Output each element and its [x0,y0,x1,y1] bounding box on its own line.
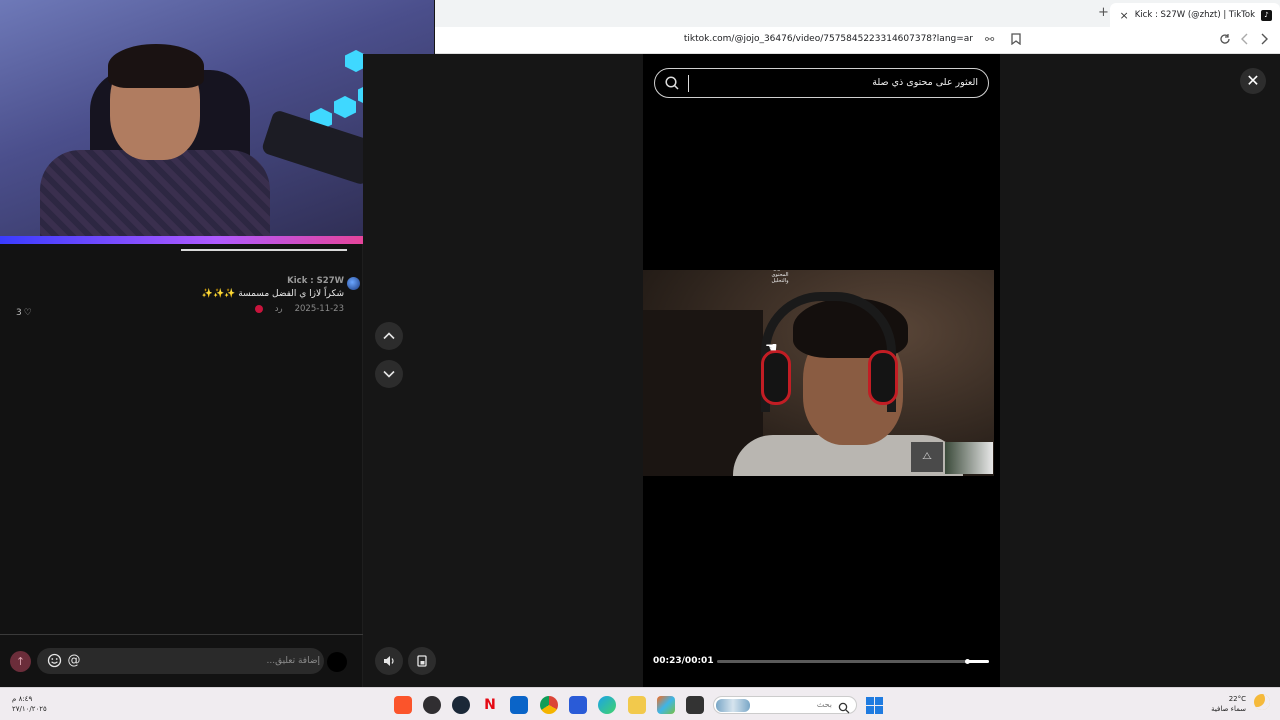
picture-in-picture-icon [417,655,427,667]
picture-in-picture-button[interactable] [408,647,436,675]
heart-icon: ♡ [23,308,32,318]
comment-item: Kick : S27W شكراً لازا ي الفضل مسمسة ✨✨✨… [14,276,360,314]
clip-overlay-label: 5000 [815,270,828,272]
tab-close-icon[interactable]: × [1120,9,1129,22]
chevron-up-icon [383,332,395,340]
volume-icon [384,656,394,666]
new-tab-button[interactable]: + [1098,5,1109,20]
clip-overlay-label: تطوير المحتوى والتحليل [771,270,789,284]
streamer-hair [108,44,204,88]
taskbar-clock[interactable]: ٨:٤٩ م ٢٧/١٠/٢٠٢٥ [12,694,47,714]
file-explorer-icon[interactable] [628,696,646,714]
seek-knob[interactable] [965,659,970,664]
headset-earcup [868,350,898,405]
headset-earcup [761,350,791,405]
outlook-icon[interactable] [510,696,528,714]
tab-title: Kick : S27W (@zhzt) | TikTok [1134,10,1255,20]
url-field[interactable]: tiktok.com/@jojo_36476/video/75758452233… [684,34,973,44]
volume-button[interactable] [375,647,403,675]
chrome-icon[interactable] [540,696,558,714]
mention-button[interactable]: @ [66,653,82,669]
user-avatar[interactable] [327,652,347,672]
close-icon[interactable]: ✕ [1240,68,1266,94]
related-search-box[interactable]: العثور على محتوى ذي صلة [654,68,989,98]
text-caret [688,75,689,92]
terminal-icon[interactable] [686,696,704,714]
brave-icon[interactable] [394,696,412,714]
windows-taskbar: ٨:٤٩ م ٢٧/١٠/٢٠٢٥ N بحث 22°C سماء صافية [0,687,1280,720]
search-label: بحث [816,700,832,709]
edge-icon[interactable] [598,696,616,714]
emoji-icon[interactable] [46,653,62,669]
back-icon[interactable] [1240,33,1250,48]
search-icon[interactable] [664,75,680,91]
streamer-body [40,150,270,244]
site-settings-icon[interactable]: ⚯ [985,33,994,46]
clock-date: ٢٧/١٠/٢٠٢٥ [12,705,47,713]
comment-text: شكراً لازا ي الفضل مسمسة ✨✨✨ [201,289,344,299]
comment-like-count: 3 [16,308,22,318]
divider [0,634,363,635]
weather-desc: سماء صافية [1211,705,1246,713]
bookmark-icon[interactable] [1011,33,1021,48]
post-comment-button[interactable]: ↑ [10,651,31,672]
clip-corner-overlay [945,442,993,474]
browser-tab-bar: + ♪ Kick : S27W (@zhzt) | TikTok × [435,0,1280,27]
tiktok-icon: ♪ [1261,9,1272,21]
weather-widget[interactable]: 22°C سماء صافية [1211,694,1246,714]
obs-icon[interactable] [423,696,441,714]
comment-meta: 2025-11-23 رد [14,304,344,314]
windows-start-icon[interactable] [866,697,883,714]
taskbar-search[interactable]: بحث [713,696,857,714]
comment-like-button[interactable]: 3 ♡ [16,308,32,318]
reaction-emoji-icon [254,305,263,313]
seek-bar[interactable] [717,659,989,664]
comment-reply-button[interactable]: رد [275,304,283,314]
comment-avatar[interactable] [347,277,360,290]
moon-icon [1254,694,1270,710]
panel-progress-bar [181,249,347,251]
search-placeholder: العثور على محتوى ذي صلة [872,77,978,88]
store-icon[interactable] [569,696,587,714]
search-icon [838,699,850,718]
video-nav-column [363,54,436,687]
video-clip-frame: 100 تطوير المحتوى والتحليل 5000 ⧍ [643,270,994,476]
watermark-logo-icon: ⧍ [911,442,943,472]
weather-temp: 22°C [1228,695,1246,703]
comment-input[interactable] [104,648,324,674]
search-highlight-image [716,699,750,712]
next-video-button[interactable] [375,360,403,388]
netflix-icon[interactable]: N [481,696,499,714]
forward-icon[interactable] [1259,33,1269,48]
address-bar: tiktok.com/@jojo_36476/video/75758452233… [435,27,1280,54]
tab-tiktok[interactable]: ♪ Kick : S27W (@zhzt) | TikTok × [1110,3,1280,27]
comments-panel: Kick : S27W شكراً لازا ي الفضل مسمسة ✨✨✨… [0,244,363,687]
hand-cursor-icon: ☚ [765,340,778,356]
previous-video-button[interactable] [375,322,403,350]
comment-date: 2025-11-23 [294,304,344,314]
reload-icon[interactable] [1219,33,1231,48]
photos-icon[interactable] [657,696,675,714]
clock-time: ٨:٤٩ م [12,695,33,703]
clip-overlay-label: 100 [729,270,739,272]
steam-icon[interactable] [452,696,470,714]
screen: + ♪ Kick : S27W (@zhzt) | TikTok × tikto… [0,0,1280,720]
chevron-down-icon [383,370,395,378]
seek-bar-fill [967,660,989,663]
time-display: 00:23/00:01 [653,656,714,666]
comment-author[interactable]: Kick : S27W [14,276,344,286]
comment-input-box: @ [37,648,324,674]
